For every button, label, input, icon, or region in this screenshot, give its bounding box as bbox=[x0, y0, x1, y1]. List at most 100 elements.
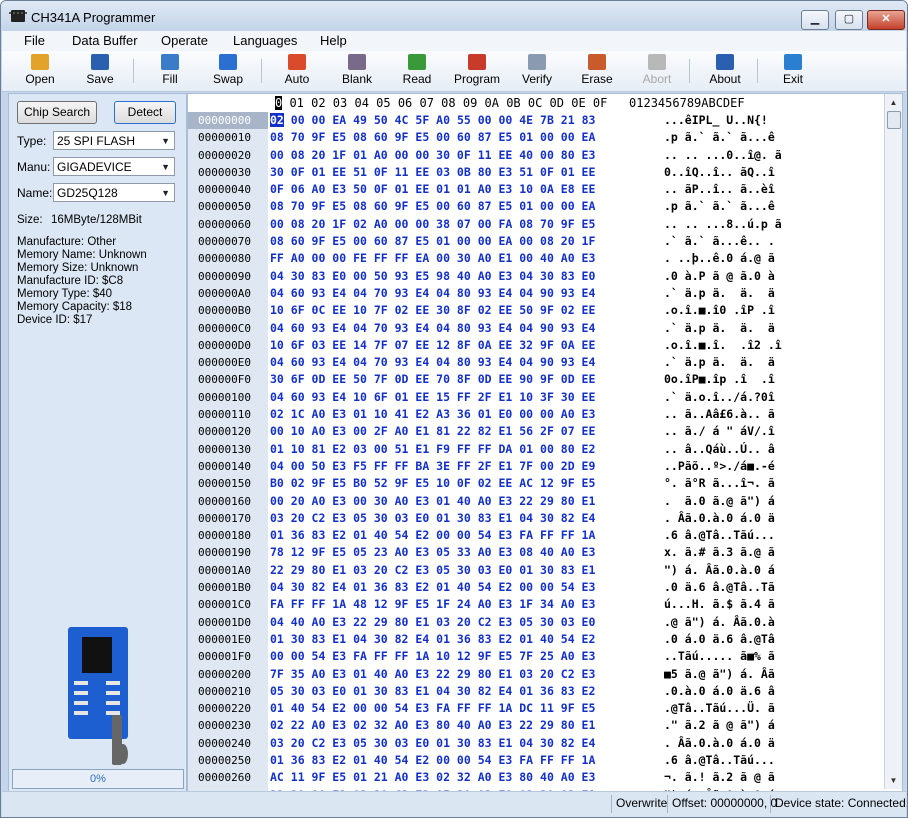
hex-row[interactable]: 00 20 A0 E3 00 30 A0 E3 01 40 A0 E3 22 2… bbox=[270, 493, 660, 510]
scroll-down-icon[interactable]: ▼ bbox=[885, 772, 902, 789]
hex-row[interactable]: 10 6F 03 EE 14 7F 07 EE 12 8F 0A EE 32 9… bbox=[270, 337, 660, 354]
hex-row[interactable]: 04 60 93 E4 04 70 93 E4 04 80 93 E4 04 9… bbox=[270, 354, 660, 371]
hex-row[interactable]: 00 00 54 E3 FA FF FF 1A 10 12 9F E5 7F 2… bbox=[270, 648, 660, 665]
ascii-row[interactable]: ..Pãõ..º>./á■.-é bbox=[664, 458, 884, 475]
ascii-row[interactable]: .p ã.` ã.` ã...ê bbox=[664, 129, 884, 146]
ascii-row[interactable]: ■5 ã.@ ã") á. Âã bbox=[664, 666, 884, 683]
menu-data-buffer[interactable]: Data Buffer bbox=[72, 33, 138, 48]
hex-row[interactable]: 10 6F 0C EE 10 7F 02 EE 30 8F 02 EE 50 9… bbox=[270, 302, 660, 319]
read-button[interactable]: Read bbox=[392, 52, 442, 90]
about-button[interactable]: About bbox=[700, 52, 750, 90]
hex-row[interactable]: 7F 35 A0 E3 01 40 A0 E3 22 29 80 E1 03 2… bbox=[270, 666, 660, 683]
blank-button[interactable]: Blank bbox=[332, 52, 382, 90]
menu-file[interactable]: File bbox=[24, 33, 45, 48]
ascii-row[interactable]: ." ã.2 ã @ ã") á bbox=[664, 717, 884, 734]
manufacturer-select[interactable]: GIGADEVICE ▼ bbox=[53, 157, 175, 176]
close-button[interactable]: ✕ bbox=[867, 10, 905, 30]
open-button[interactable]: Open bbox=[16, 52, 64, 90]
ascii-row[interactable]: .` ä.o.î../á.?0î bbox=[664, 389, 884, 406]
hex-row[interactable]: 0F 06 A0 E3 50 0F 01 EE 01 01 A0 E3 10 0… bbox=[270, 181, 660, 198]
ascii-row[interactable]: . ã.0 ã.@ ã") á bbox=[664, 493, 884, 510]
hex-row[interactable]: 04 60 93 E4 04 70 93 E4 04 80 93 E4 04 9… bbox=[270, 320, 660, 337]
ascii-row[interactable]: 0..îQ..î.. ãQ..î bbox=[664, 164, 884, 181]
ascii-row[interactable]: . ..þ..ê.0 á.@ ã bbox=[664, 250, 884, 267]
hex-row[interactable]: 01 30 83 E1 04 30 82 E4 01 36 83 E2 01 4… bbox=[270, 631, 660, 648]
hex-row[interactable]: 08 70 9F E5 08 60 9F E5 00 60 87 E5 01 0… bbox=[270, 198, 660, 215]
ascii-row[interactable]: .` ä.p ä. ä. ä bbox=[664, 285, 884, 302]
hex-row[interactable]: B0 02 9F E5 B0 52 9F E5 10 0F 02 EE AC 1… bbox=[270, 475, 660, 492]
ascii-row[interactable]: ") á. Âã.0.à.0 á bbox=[664, 562, 884, 579]
hex-row[interactable]: 01 36 83 E2 01 40 54 E2 00 00 54 E3 FA F… bbox=[270, 527, 660, 544]
hex-row[interactable]: 04 40 A0 E3 22 29 80 E1 03 20 C2 E3 05 3… bbox=[270, 614, 660, 631]
minimize-button[interactable]: ▁ bbox=[801, 10, 829, 30]
program-button[interactable]: Program bbox=[452, 52, 502, 90]
hex-row[interactable]: 02 1C A0 E3 01 10 41 E2 A3 36 01 E0 00 0… bbox=[270, 406, 660, 423]
ascii-row[interactable]: .. ã./ á " áV/.î bbox=[664, 423, 884, 440]
chip-name-select[interactable]: GD25Q128 ▼ bbox=[53, 183, 175, 202]
ascii-row[interactable]: .0.à.0 á.0 ä.6 â bbox=[664, 683, 884, 700]
menu-languages[interactable]: Languages bbox=[233, 33, 297, 48]
hex-editor[interactable]: 0 01 02 03 04 05 06 07 08 09 0A 0B 0C 0D… bbox=[187, 93, 903, 804]
hex-row[interactable]: 30 0F 01 EE 51 0F 11 EE 03 0B 80 E3 51 0… bbox=[270, 164, 660, 181]
hex-row[interactable]: 00 08 20 1F 02 A0 00 00 38 07 00 FA 08 7… bbox=[270, 216, 660, 233]
chip-search-button[interactable]: Chip Search bbox=[17, 101, 97, 124]
selected-byte[interactable]: 02 bbox=[270, 113, 284, 127]
ascii-row[interactable]: .` ä.p ä. ä. ä bbox=[664, 354, 884, 371]
vertical-scrollbar[interactable]: ▲ ▼ bbox=[884, 94, 902, 789]
hex-row[interactable]: 02 00 00 EA 49 50 4C 5F A0 55 00 00 4E 7… bbox=[270, 112, 660, 129]
ascii-row[interactable]: .. â..Qáù..Ú.. â bbox=[664, 441, 884, 458]
ascii-row[interactable]: .p ã.` ã.` ã...ê bbox=[664, 198, 884, 215]
hex-row[interactable]: 04 30 83 E0 00 50 93 E5 98 40 A0 E3 04 3… bbox=[270, 268, 660, 285]
hex-row[interactable]: 00 08 20 1F 01 A0 00 00 30 0F 11 EE 40 0… bbox=[270, 147, 660, 164]
hex-row[interactable]: 01 36 83 E2 01 40 54 E2 00 00 54 E3 FA F… bbox=[270, 752, 660, 769]
hex-row[interactable]: AC 11 9F E5 01 21 A0 E3 02 32 A0 E3 80 4… bbox=[270, 769, 660, 786]
hex-row[interactable]: 78 12 9F E5 05 23 A0 E3 05 33 A0 E3 08 4… bbox=[270, 544, 660, 561]
ascii-row[interactable]: .6 â.@Tâ..Tãú... bbox=[664, 527, 884, 544]
detect-button[interactable]: Detect bbox=[114, 101, 176, 124]
ascii-row[interactable]: .` ä.p ä. ä. ä bbox=[664, 320, 884, 337]
ascii-row[interactable]: .o.î.■.î. .î2 .î bbox=[664, 337, 884, 354]
hex-row[interactable]: 30 6F 0D EE 50 7F 0D EE 70 8F 0D EE 90 9… bbox=[270, 371, 660, 388]
hex-row[interactable]: 05 30 03 E0 01 30 83 E1 04 30 82 E4 01 3… bbox=[270, 683, 660, 700]
ascii-row[interactable]: .. .. ...0..î@. ã bbox=[664, 147, 884, 164]
hex-row[interactable]: 02 22 A0 E3 02 32 A0 E3 80 40 A0 E3 22 2… bbox=[270, 717, 660, 734]
hex-row[interactable]: 03 20 C2 E3 05 30 03 E0 01 30 83 E1 04 3… bbox=[270, 735, 660, 752]
ascii-row[interactable]: .. ãP..î.. ã..èî bbox=[664, 181, 884, 198]
ascii-row[interactable]: .. .. ...8..ú.p ã bbox=[664, 216, 884, 233]
hex-row[interactable]: 08 70 9F E5 08 60 9F E5 00 60 87 E5 01 0… bbox=[270, 129, 660, 146]
maximize-button[interactable]: ▢ bbox=[835, 10, 863, 30]
hex-bytes-area[interactable]: 02 00 00 EA 49 50 4C 5F A0 55 00 00 4E 7… bbox=[270, 112, 660, 804]
ascii-row[interactable]: ú...H. ã.$ ã.4 ã bbox=[664, 596, 884, 613]
ascii-row[interactable]: .0 à.P ã @ ã.0 à bbox=[664, 268, 884, 285]
ascii-row[interactable]: ..Tãú..... ã■% ã bbox=[664, 648, 884, 665]
ascii-row[interactable]: .@ ã") á. Âã.0.à bbox=[664, 614, 884, 631]
fill-button[interactable]: Fill bbox=[146, 52, 194, 90]
erase-button[interactable]: Erase bbox=[572, 52, 622, 90]
ascii-row[interactable]: ¬. ã.! ã.2 ã @ ã bbox=[664, 769, 884, 786]
ascii-row[interactable]: °. ã°R ã...î¬. ã bbox=[664, 475, 884, 492]
ascii-row[interactable]: . Âã.0.à.0 á.0 ä bbox=[664, 735, 884, 752]
hex-row[interactable]: FF A0 00 00 FE FF FF EA 00 30 A0 E1 00 4… bbox=[270, 250, 660, 267]
hex-row[interactable]: 03 20 C2 E3 05 30 03 E0 01 30 83 E1 04 3… bbox=[270, 510, 660, 527]
menu-help[interactable]: Help bbox=[320, 33, 347, 48]
hex-row[interactable]: 01 10 81 E2 03 00 51 E1 F9 FF FF DA 01 0… bbox=[270, 441, 660, 458]
ascii-row[interactable]: ...êIPL_ U..N{! bbox=[664, 112, 884, 129]
hex-row[interactable]: 04 30 82 E4 01 36 83 E2 01 40 54 E2 00 0… bbox=[270, 579, 660, 596]
hex-row[interactable]: 04 60 93 E4 04 70 93 E4 04 80 93 E4 04 9… bbox=[270, 285, 660, 302]
menu-operate[interactable]: Operate bbox=[161, 33, 208, 48]
ascii-row[interactable]: .o.î.■.î0 .îP .î bbox=[664, 302, 884, 319]
ascii-area[interactable]: ...êIPL_ U..N{! .p ã.` ã.` ã...ê.. .. ...… bbox=[664, 112, 884, 804]
exit-button[interactable]: Exit bbox=[768, 52, 818, 90]
ascii-row[interactable]: .0 ä.6 â.@Tâ..Tã bbox=[664, 579, 884, 596]
abort-button[interactable]: Abort bbox=[632, 52, 682, 90]
scroll-thumb[interactable] bbox=[887, 111, 901, 129]
hex-row[interactable]: 04 60 93 E4 10 6F 01 EE 15 FF 2F E1 10 3… bbox=[270, 389, 660, 406]
ascii-row[interactable]: 0o.îP■.îp .î .î bbox=[664, 371, 884, 388]
ascii-row[interactable]: .` ã.` ã...ê.. . bbox=[664, 233, 884, 250]
ascii-row[interactable]: .6 â.@Tâ..Tãú... bbox=[664, 752, 884, 769]
ascii-row[interactable]: .@Tâ..Tãú...Ü. ã bbox=[664, 700, 884, 717]
ascii-row[interactable]: .. ã..Aâ£6.à.. ã bbox=[664, 406, 884, 423]
type-select[interactable]: 25 SPI FLASH ▼ bbox=[53, 131, 175, 150]
ascii-row[interactable]: .0 á.0 ä.6 â.@Tâ bbox=[664, 631, 884, 648]
ascii-row[interactable]: . Âã.0.à.0 á.0 ä bbox=[664, 510, 884, 527]
